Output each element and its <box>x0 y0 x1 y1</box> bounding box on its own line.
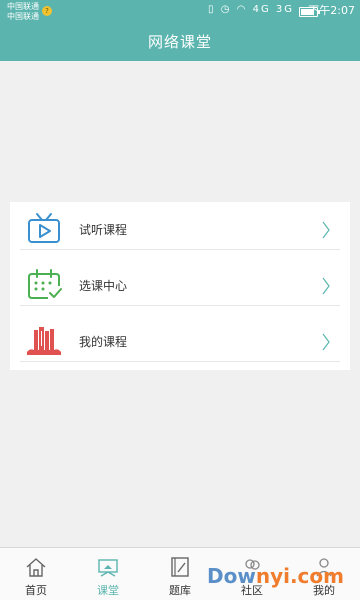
menu-card: 试听课程 选课中心 我的课程 <box>10 202 350 370</box>
calendar-icon <box>28 269 62 299</box>
status-icons: ▯ ◷ ◠ 4G 3G <box>208 4 294 15</box>
menu-item-trial-courses[interactable]: 试听课程 <box>10 202 350 258</box>
divider <box>20 249 340 250</box>
divider <box>20 361 340 362</box>
chevron-right-icon <box>322 277 330 295</box>
tab-classroom-label: 课堂 <box>97 584 119 597</box>
carrier-label-1: 中国联通 <box>7 2 39 11</box>
carrier-label-2: 中国联通 <box>7 12 39 21</box>
question-bank-icon <box>171 557 189 577</box>
notification-badge-icon: ? <box>42 6 52 16</box>
signal-icon: 4G 3G <box>252 4 294 15</box>
books-icon <box>27 327 61 355</box>
home-icon <box>26 558 46 577</box>
page-title: 网络课堂 <box>147 33 212 51</box>
chevron-right-icon <box>322 221 330 239</box>
menu-item-course-selection[interactable]: 选课中心 <box>10 258 350 314</box>
app-header: 网络课堂 <box>0 23 360 61</box>
vibrate-icon: ▯ <box>208 4 216 15</box>
classroom-icon <box>98 559 118 577</box>
tab-home[interactable]: 首页 <box>0 548 72 600</box>
watermark: Downyi.com <box>207 564 344 588</box>
wifi-icon: ◠ <box>236 4 248 15</box>
tab-question-bank[interactable]: 题库 <box>144 548 216 600</box>
watermark-prefix: Dow <box>207 564 256 588</box>
menu-item-my-courses[interactable]: 我的课程 <box>10 314 350 370</box>
status-bar: 中国联通 中国联通 ? ▯ ◷ ◠ 4G 3G 下午2:07 <box>0 0 360 23</box>
tab-classroom[interactable]: 课堂 <box>72 548 144 600</box>
clock: 下午2:07 <box>308 4 355 17</box>
chevron-right-icon <box>322 333 330 351</box>
watermark-suffix: nyi.com <box>255 564 344 588</box>
alarm-icon: ◷ <box>220 4 232 15</box>
tab-home-label: 首页 <box>25 584 47 597</box>
tab-question-bank-label: 题库 <box>169 584 191 597</box>
divider <box>20 305 340 306</box>
tv-icon <box>28 213 60 243</box>
